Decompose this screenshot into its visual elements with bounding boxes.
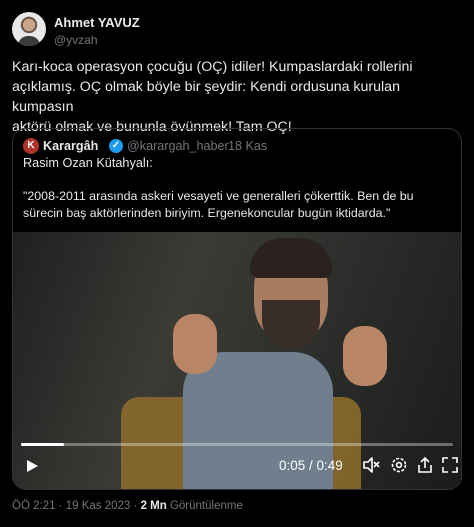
video-player[interactable]: 0:05 / 0:49: [13, 232, 461, 489]
video-progress-fill: [21, 443, 65, 446]
quoted-timestamp[interactable]: 18 Kas: [228, 139, 267, 153]
quoted-separator: ·: [219, 139, 224, 153]
quoted-author-handle[interactable]: @karargah_haber: [127, 139, 229, 153]
views-label: Görüntülenme: [169, 500, 243, 512]
quoted-author-name[interactable]: Karargâh: [43, 139, 98, 153]
fullscreen-icon[interactable]: [441, 456, 459, 476]
share-icon[interactable]: [416, 456, 434, 476]
settings-icon[interactable]: [390, 456, 408, 476]
tweet-header: Ahmet YAVUZ @yvzah: [12, 12, 462, 52]
quoted-text-line: "2008-2011 arasında askeri vesayeti ve g…: [23, 189, 414, 203]
tweet-text-line: Karı-koca operasyon çocuğu (OÇ) idiler! …: [12, 59, 413, 75]
video-time: 0:05 / 0:49: [279, 458, 343, 473]
mute-icon[interactable]: [362, 456, 380, 476]
quoted-speaker: Rasim Ozan Kütahyalı:: [23, 156, 153, 170]
quoted-tweet-header: K Karargâh ✓ @karargah_haber · 18 Kas: [23, 138, 451, 156]
play-icon[interactable]: [25, 456, 39, 476]
tweet-text-line: açıklamış. OÇ olmak böyle bir şeydir: Ke…: [12, 79, 400, 115]
tweet-time[interactable]: ÖÖ 2:21: [12, 500, 55, 512]
quoted-text: "2008-2011 arasında askeri vesayeti ve g…: [23, 188, 453, 222]
quoted-logo[interactable]: K: [23, 138, 39, 154]
tweet-date[interactable]: 19 Kas 2023: [66, 500, 131, 512]
tweet-footer: ÖÖ 2:21 · 19 Kas 2023 · 2 Mn Görüntülenm…: [12, 500, 243, 512]
verified-badge-icon: ✓: [109, 139, 123, 153]
author-handle[interactable]: @yvzah: [54, 33, 98, 47]
video-progress-bar[interactable]: [21, 443, 453, 446]
quoted-text-line: sürecin baş aktörlerinden biriyim. Ergen…: [23, 206, 391, 220]
footer-separator: ·: [133, 500, 138, 512]
footer-separator: ·: [58, 500, 63, 512]
views-count: 2 Mn: [140, 500, 167, 512]
avatar[interactable]: [12, 12, 46, 46]
tweet-text: Karı-koca operasyon çocuğu (OÇ) idiler! …: [12, 57, 462, 137]
video-person-hand: [343, 326, 387, 386]
author-name[interactable]: Ahmet YAVUZ: [54, 15, 140, 30]
video-person-hand: [173, 314, 217, 374]
video-person-hair: [250, 238, 332, 278]
quoted-tweet[interactable]: K Karargâh ✓ @karargah_haber · 18 Kas Ra…: [12, 128, 462, 490]
